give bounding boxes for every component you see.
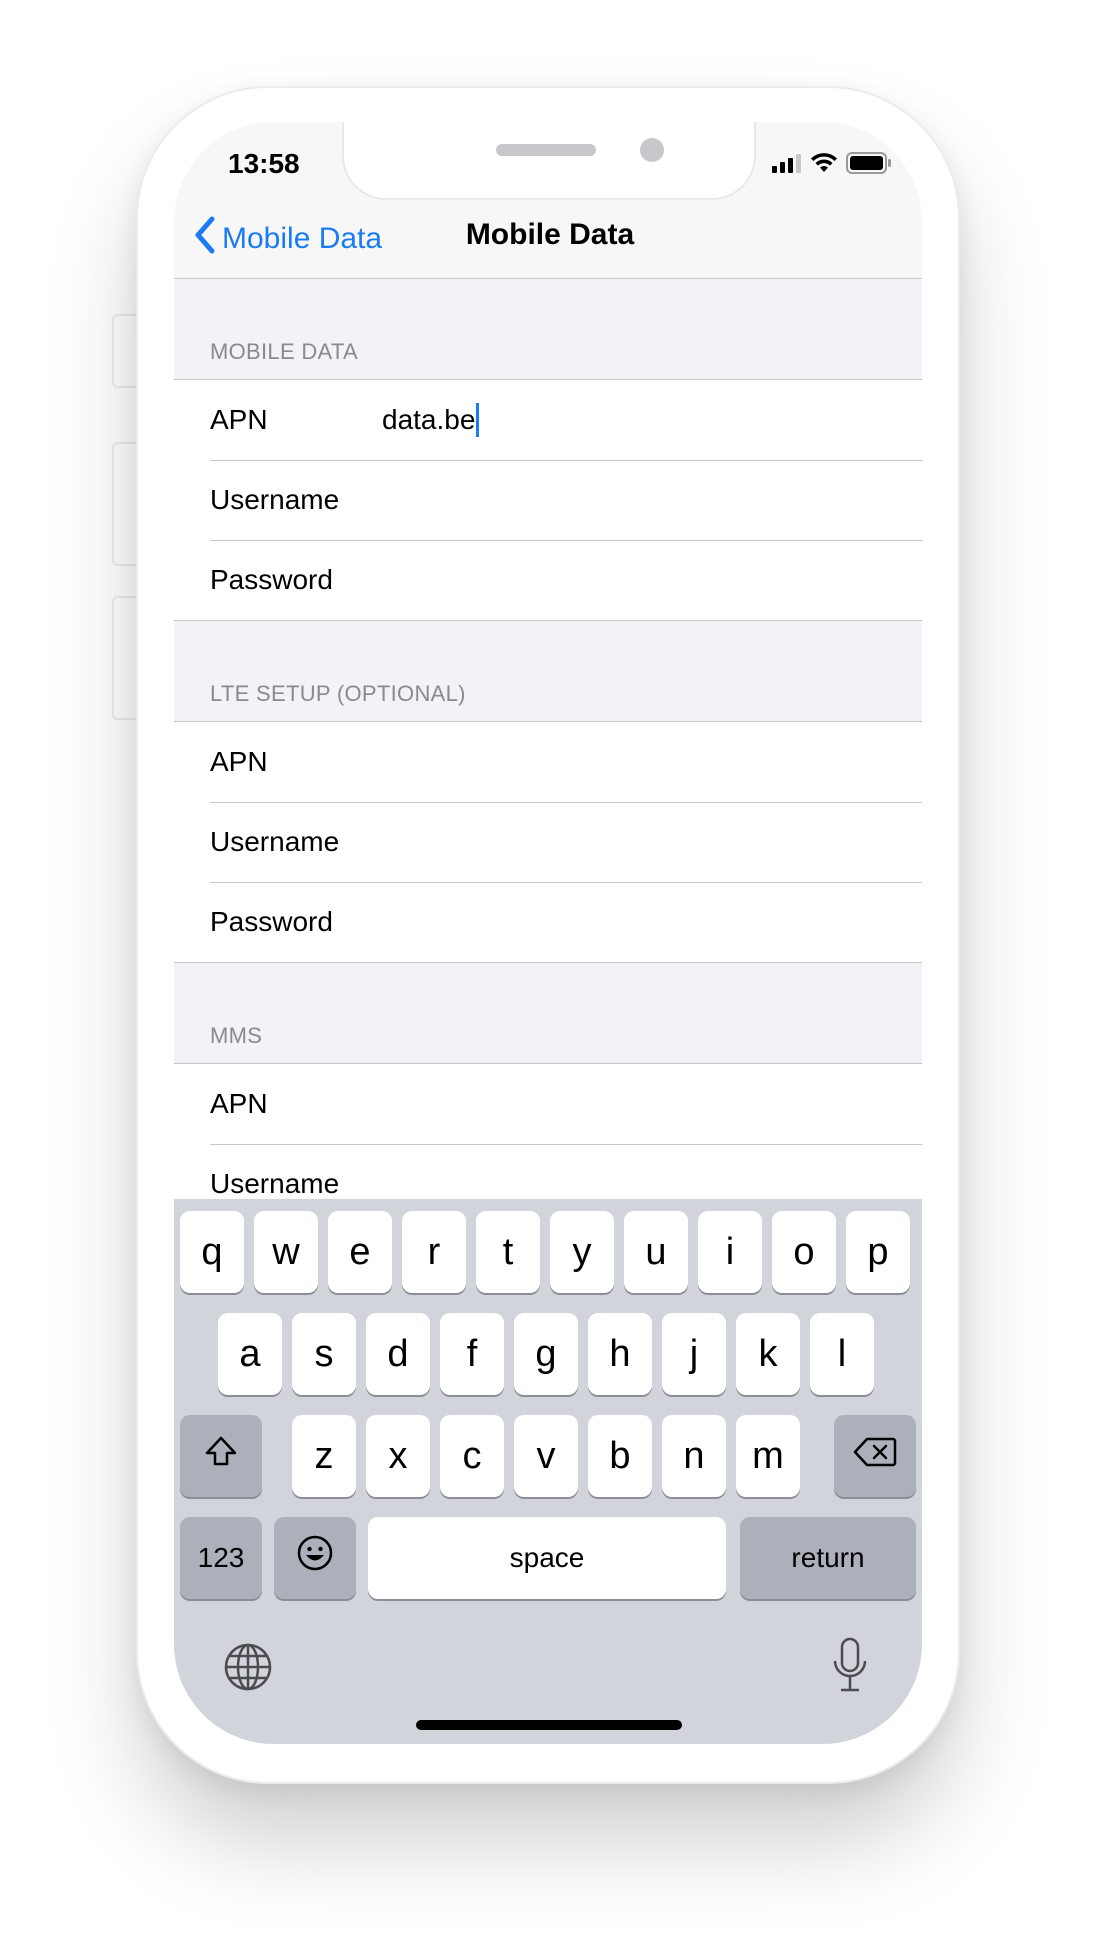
space-key[interactable]: space [368, 1517, 726, 1599]
text-caret [476, 403, 480, 437]
row-lte-username[interactable]: Username [174, 802, 922, 882]
key-m[interactable]: m [736, 1415, 800, 1497]
key-z[interactable]: z [292, 1415, 356, 1497]
key-u[interactable]: u [624, 1211, 688, 1293]
section-header-mms: MMS [210, 1023, 263, 1048]
home-indicator[interactable] [416, 1720, 682, 1730]
key-v[interactable]: v [514, 1415, 578, 1497]
front-camera [640, 138, 664, 162]
key-f[interactable]: f [440, 1313, 504, 1395]
row-mms-apn[interactable]: APN [174, 1064, 922, 1144]
key-k[interactable]: k [736, 1313, 800, 1395]
status-icons [772, 152, 892, 179]
group-lte-setup: APN Username Password [174, 721, 922, 963]
emoji-icon [296, 1534, 334, 1582]
row-label: Password [210, 564, 333, 595]
status-time: 13:58 [228, 148, 300, 179]
section-header-lte-setup: LTE SETUP (OPTIONAL) [210, 681, 466, 706]
battery-icon [846, 152, 892, 179]
group-mobile-data: APN data.be Username Password [174, 379, 922, 621]
row-label: Username [210, 1168, 340, 1199]
row-lte-password[interactable]: Password [174, 882, 922, 962]
phone-screen: 13:58 Mobile Data Mobile Data MOBILE DAT… [174, 122, 922, 1744]
page-title: Mobile Data [465, 218, 635, 251]
settings-list: MOBILE DATA APN data.be Username Passwor… [174, 279, 922, 1225]
keyboard: q w e r t y u i o p a s d f g h j k l z … [174, 1199, 922, 1744]
key-s[interactable]: s [292, 1313, 356, 1395]
microphone-icon[interactable] [830, 1635, 870, 1700]
section-header-mobile-data: MOBILE DATA [210, 339, 358, 364]
shift-key[interactable] [180, 1415, 262, 1497]
key-h[interactable]: h [588, 1313, 652, 1395]
key-r[interactable]: r [402, 1211, 466, 1293]
emoji-key[interactable] [274, 1517, 356, 1599]
cellular-signal-icon [772, 153, 802, 178]
row-label: Username [210, 484, 340, 515]
key-g[interactable]: g [514, 1313, 578, 1395]
key-n[interactable]: n [662, 1415, 726, 1497]
row-label: APN [210, 746, 268, 777]
key-y[interactable]: y [550, 1211, 614, 1293]
backspace-key[interactable] [834, 1415, 916, 1497]
key-e[interactable]: e [328, 1211, 392, 1293]
row-label: Username [210, 826, 340, 857]
input-value: data.be [382, 404, 476, 435]
key-w[interactable]: w [254, 1211, 318, 1293]
speaker-grill [496, 144, 596, 156]
row-label: APN [210, 1088, 268, 1119]
key-d[interactable]: d [366, 1313, 430, 1395]
key-p[interactable]: p [846, 1211, 910, 1293]
key-b[interactable]: b [588, 1415, 652, 1497]
row-label: APN [210, 404, 268, 435]
backspace-icon [853, 1435, 897, 1478]
numbers-key[interactable]: 123 [180, 1517, 262, 1599]
row-mobile-data-apn[interactable]: APN data.be [174, 380, 922, 460]
key-l[interactable]: l [810, 1313, 874, 1395]
row-mobile-data-username[interactable]: Username [174, 460, 922, 540]
key-c[interactable]: c [440, 1415, 504, 1497]
key-j[interactable]: j [662, 1313, 726, 1395]
wifi-icon [810, 152, 838, 179]
globe-icon[interactable] [222, 1641, 274, 1698]
row-label: Password [210, 906, 333, 937]
row-lte-apn[interactable]: APN [174, 722, 922, 802]
return-key[interactable]: return [740, 1517, 916, 1599]
key-x[interactable]: x [366, 1415, 430, 1497]
key-a[interactable]: a [218, 1313, 282, 1395]
mobile-data-apn-input[interactable]: data.be [382, 403, 902, 437]
key-t[interactable]: t [476, 1211, 540, 1293]
device-notch [342, 122, 756, 200]
shift-icon [204, 1434, 238, 1478]
key-i[interactable]: i [698, 1211, 762, 1293]
key-q[interactable]: q [180, 1211, 244, 1293]
row-mobile-data-password[interactable]: Password [174, 540, 922, 620]
key-o[interactable]: o [772, 1211, 836, 1293]
